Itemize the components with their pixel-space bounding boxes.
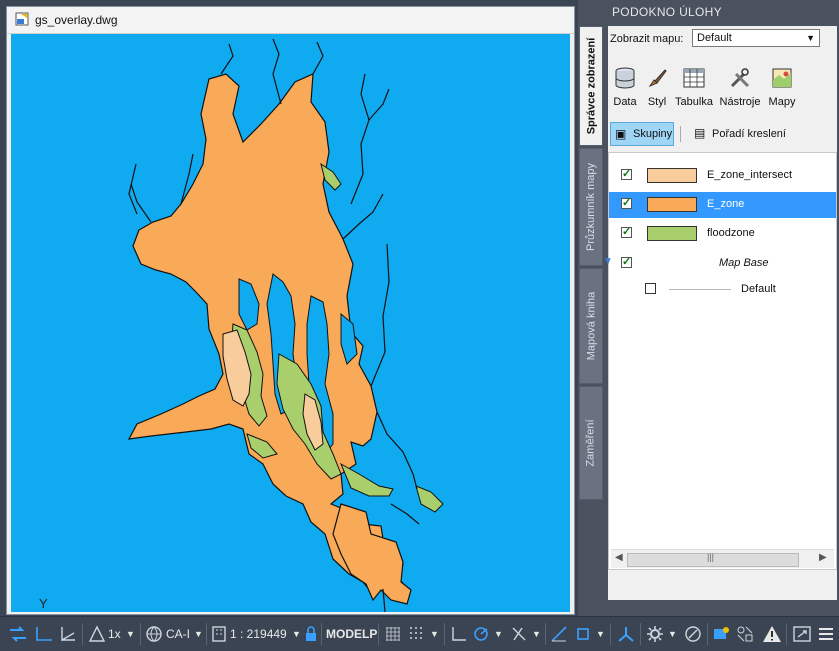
data-button[interactable]: Data xyxy=(612,66,638,108)
chevron-down-icon[interactable]: ▼ xyxy=(494,625,503,643)
groups-icon: ▣ xyxy=(615,127,627,141)
layer-style-swatch[interactable] xyxy=(647,197,697,212)
ucs-y-axis-label: Y xyxy=(39,596,48,611)
maps-icon xyxy=(772,68,792,88)
layer-label: floodzone xyxy=(707,227,755,239)
layer-visibility-checkbox[interactable] xyxy=(621,255,632,268)
default-layer-label: Default xyxy=(741,283,776,295)
map-scale-value[interactable]: 1 : 219449 xyxy=(230,625,287,643)
tab-display-manager[interactable]: Správce zobrazení xyxy=(579,26,603,146)
chevron-down-icon: ▼ xyxy=(806,33,815,43)
snap-grid-icon[interactable] xyxy=(408,625,426,643)
tab-map-explorer[interactable]: Průzkumník mapy xyxy=(579,148,603,266)
object-snap-tracking-icon[interactable] xyxy=(550,625,568,643)
table-button[interactable]: Tabulka xyxy=(672,66,716,108)
clean-screen-icon[interactable] xyxy=(792,625,812,643)
globe-icon[interactable] xyxy=(145,625,163,643)
collapse-triangle-icon[interactable]: ▼ xyxy=(603,256,613,267)
snap-arrows-icon[interactable] xyxy=(8,625,28,643)
chevron-down-icon[interactable]: ▼ xyxy=(532,625,541,643)
data-icon xyxy=(615,67,635,89)
line-style-swatch xyxy=(669,289,731,290)
layer-label: E_zone_intersect xyxy=(707,169,792,181)
chevron-down-icon[interactable]: ▼ xyxy=(668,625,677,643)
show-map-label: Zobrazit mapu: xyxy=(610,33,684,45)
map-canvas[interactable]: Y xyxy=(11,34,570,612)
lock-icon[interactable] xyxy=(305,625,317,643)
map-base-label: Map Base xyxy=(719,257,769,269)
building-icon[interactable] xyxy=(211,625,227,643)
layer-visibility-checkbox[interactable] xyxy=(621,167,632,180)
scroll-right-icon[interactable]: ▶ xyxy=(819,552,827,563)
map-select-value: Default xyxy=(697,32,732,44)
layer-visibility-checkbox[interactable] xyxy=(621,225,632,238)
groups-button[interactable]: ▣ Skupiny xyxy=(610,122,674,146)
maps-button[interactable]: Mapy xyxy=(766,66,798,108)
task-pane-title: PODOKNO ÚLOHY xyxy=(612,5,722,19)
polar-tracking-icon[interactable] xyxy=(472,625,490,643)
tab-survey[interactable]: Zaměření xyxy=(579,386,603,500)
draw-order-label: Pořadí kreslení xyxy=(712,128,786,140)
layer-style-swatch[interactable] xyxy=(647,168,697,183)
toolbar-divider xyxy=(680,126,681,142)
layer-row-map-base[interactable]: ▼ Map Base xyxy=(603,251,836,277)
tools-button[interactable]: Nástroje xyxy=(718,66,762,108)
menu-icon[interactable] xyxy=(818,625,834,643)
task-pane: PODOKNO ÚLOHY Správce zobrazení Průzkumn… xyxy=(578,0,839,616)
map-drawing[interactable] xyxy=(11,34,570,612)
horizontal-scrollbar[interactable]: ◀ ||| ▶ xyxy=(611,549,834,568)
layer-list[interactable]: E_zone_intersect E_zone floodzone ▼ Map … xyxy=(603,152,837,570)
isodraft-icon[interactable] xyxy=(510,625,528,643)
map-select[interactable]: Default ▼ xyxy=(692,29,820,47)
layer-visibility-checkbox[interactable] xyxy=(645,283,656,294)
workspace-icon[interactable] xyxy=(736,625,754,643)
display-manager-panel: Zobrazit mapu: Default ▼ Data Styl Tabul… xyxy=(603,26,837,600)
scroll-grip: ||| xyxy=(707,552,715,562)
chevron-down-icon[interactable]: ▼ xyxy=(126,625,135,643)
model-space-button[interactable]: MODELP xyxy=(326,625,377,643)
layer-visibility-checkbox[interactable] xyxy=(621,196,632,209)
document-titlebar[interactable]: gs_overlay.dwg xyxy=(7,7,574,34)
draw-order-icon: ▤ xyxy=(694,126,706,140)
selection-cycling-icon[interactable] xyxy=(616,625,636,643)
layer-toolbar: ▣ Skupiny ▤ Pořadí kreslení xyxy=(608,122,837,150)
groups-label: Skupiny xyxy=(633,128,673,140)
grid-icon[interactable] xyxy=(384,625,402,643)
dwg-file-icon xyxy=(15,12,29,26)
gear-icon[interactable] xyxy=(646,625,664,643)
layer-row-e-zone[interactable]: E_zone xyxy=(609,192,836,218)
status-bar: 1x ▼ CA-I ▼ 1 : 219449 ▼ MODELP ▼ ▼ ▼ ▼ … xyxy=(0,616,839,651)
table-icon xyxy=(683,68,705,88)
scroll-left-icon[interactable]: ◀ xyxy=(615,552,623,563)
layer-row-default[interactable]: Default xyxy=(609,277,836,303)
chevron-down-icon[interactable]: ▼ xyxy=(596,625,605,643)
tools-icon xyxy=(730,68,750,88)
isolate-objects-icon[interactable] xyxy=(684,625,702,643)
style-button[interactable]: Styl xyxy=(644,66,670,108)
layer-row-e-zone-intersect[interactable]: E_zone_intersect xyxy=(609,163,836,189)
chevron-down-icon[interactable]: ▼ xyxy=(292,625,301,643)
tab-map-book[interactable]: Mapová kniha xyxy=(579,268,603,384)
layer-style-swatch[interactable] xyxy=(647,226,697,241)
chevron-down-icon[interactable]: ▼ xyxy=(430,625,439,643)
chevron-down-icon[interactable]: ▼ xyxy=(194,625,203,643)
document-title: gs_overlay.dwg xyxy=(35,13,118,27)
drawing-window[interactable]: gs_overlay.dwg Y xyxy=(6,6,575,615)
hardware-acceleration-icon[interactable] xyxy=(712,625,730,643)
layer-row-floodzone[interactable]: floodzone xyxy=(609,221,836,247)
annotation-scale-icon[interactable] xyxy=(88,625,106,643)
dynamic-ucs-icon[interactable] xyxy=(58,625,78,643)
ortho-mode-icon[interactable] xyxy=(450,625,468,643)
object-snap-icon[interactable] xyxy=(574,625,592,643)
annotation-scale-value[interactable]: 1x xyxy=(108,625,121,643)
ortho-icon[interactable] xyxy=(34,625,54,643)
style-icon xyxy=(648,69,667,88)
warning-icon[interactable] xyxy=(762,625,782,643)
layer-label: E_zone xyxy=(707,198,745,210)
coordinate-system-label[interactable]: CA-I xyxy=(166,625,190,643)
